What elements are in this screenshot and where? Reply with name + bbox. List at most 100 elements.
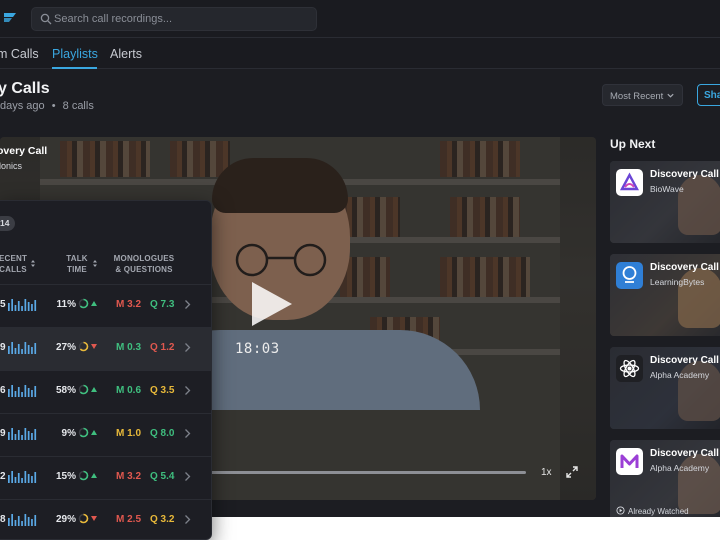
call-count: 8 calls <box>62 100 94 112</box>
tab-playlists[interactable]: Playlists <box>52 47 98 61</box>
updated-time: days ago <box>0 100 45 112</box>
already-watched-badge: Already Watched <box>616 506 689 516</box>
table-row[interactable]: 2 15% M 3.2 Q 5.4 <box>0 456 211 499</box>
trend-up-icon <box>91 473 97 478</box>
playback-speed[interactable]: 1x <box>541 467 552 478</box>
m-logo-icon <box>616 448 643 475</box>
up-next-title: Up Next <box>610 137 656 151</box>
row-divider <box>0 284 211 285</box>
card-company: LearningBytes <box>650 277 705 287</box>
tab-alerts[interactable]: Alerts <box>110 47 142 61</box>
row-divider <box>0 413 211 414</box>
recent-calls-value: 6 <box>0 385 6 396</box>
recent-calls-value: 2 <box>0 471 6 482</box>
talk-time-value: 11% <box>56 299 76 310</box>
questions-value: Q 5.4 <box>150 471 175 482</box>
talk-time-value: 9% <box>61 428 76 439</box>
chevron-down-icon <box>667 93 674 98</box>
up-next-card[interactable]: Discovery Call Alpha Academy Already Wat… <box>610 440 720 517</box>
recent-calls-value: 5 <box>0 299 6 310</box>
talk-ratio-ring-icon <box>78 427 89 438</box>
row-divider <box>0 456 211 457</box>
table-row[interactable]: 6 58% M 0.6 Q 3.5 <box>0 370 211 413</box>
up-next-card[interactable]: Discovery Call Alpha Academy <box>610 347 720 429</box>
questions-value: Q 3.5 <box>150 385 175 396</box>
table-row[interactable]: 9 9% M 1.0 Q 8.0 <box>0 413 211 456</box>
recent-calls-value: 9 <box>0 342 6 353</box>
search-input[interactable] <box>54 8 309 30</box>
tab-team-calls[interactable]: m Calls <box>0 47 39 61</box>
col-header-line: ECENT <box>0 254 28 263</box>
col-header-line: MONOLOGUES <box>113 254 175 263</box>
monologues-value: M 0.3 <box>116 342 142 353</box>
video-company: lonics <box>0 161 23 171</box>
sort-icon[interactable] <box>92 259 98 268</box>
chevron-right-icon[interactable] <box>184 471 191 482</box>
replay-icon <box>616 506 625 515</box>
monologues-value: M 3.2 <box>116 471 142 482</box>
fullscreen-icon[interactable] <box>566 466 578 478</box>
trend-up-icon <box>91 387 97 392</box>
table-row[interactable]: 8 29% M 2.5 Q 3.2 <box>0 499 211 539</box>
row-divider <box>0 370 211 371</box>
bar-chart-icon <box>8 299 37 311</box>
monologues-value: M 3.2 <box>116 299 142 310</box>
video-timecode: 18:03 <box>235 341 280 357</box>
chevron-right-icon[interactable] <box>184 385 191 396</box>
col-header-talk-time[interactable]: TALK TIME <box>60 253 94 275</box>
table-row[interactable]: 5 11% M 3.2 Q 7.3 <box>0 284 211 327</box>
bar-chart-icon <box>8 514 37 526</box>
col-header-monologues[interactable]: MONOLOGUES & QUESTIONS <box>104 253 184 275</box>
search-box[interactable] <box>31 7 317 31</box>
trend-up-icon <box>91 430 97 435</box>
monologues-value: M 1.0 <box>116 428 142 439</box>
row-divider <box>0 327 211 328</box>
already-watched-label: Already Watched <box>628 507 689 516</box>
talk-ratio-ring-icon <box>78 384 89 395</box>
sort-selected-value: Most Recent <box>610 91 664 102</box>
chevron-right-icon[interactable] <box>184 342 191 353</box>
questions-value: Q 1.2 <box>150 342 175 353</box>
talk-time-value: 29% <box>55 514 76 525</box>
trend-down-icon <box>91 516 97 521</box>
play-icon[interactable] <box>246 278 296 330</box>
sort-icon[interactable] <box>30 259 36 268</box>
call-stats-panel: 14 ECENT CALLS TALK TIME MONOLOGUES & QU… <box>0 200 212 540</box>
chevron-right-icon[interactable] <box>184 299 191 310</box>
page-meta: days ago • 8 calls <box>0 100 94 112</box>
bar-chart-icon <box>8 428 37 440</box>
search-icon <box>40 13 52 25</box>
up-next-card[interactable]: Discovery Call LearningBytes <box>610 254 720 336</box>
recent-calls-value: 8 <box>0 514 6 525</box>
video-title: overy Call <box>0 145 48 157</box>
monologues-value: M 2.5 <box>116 514 142 525</box>
questions-value: Q 7.3 <box>150 299 175 310</box>
questions-value: Q 8.0 <box>150 428 175 439</box>
video-progress-bar[interactable] <box>210 471 526 474</box>
col-header-line: & QUESTIONS <box>115 265 173 274</box>
col-header-line: TALK <box>66 254 88 263</box>
nav-tabs: m Calls Playlists Alerts <box>0 38 720 69</box>
chevron-right-icon[interactable] <box>184 428 191 439</box>
talk-ratio-ring-icon <box>78 298 89 309</box>
app-logo-icon[interactable] <box>2 10 18 26</box>
row-divider <box>0 499 211 500</box>
card-title: Discovery Call <box>650 448 719 459</box>
card-company: BioWave <box>650 184 684 194</box>
alpha-academy-logo-icon <box>616 355 643 382</box>
meta-separator: • <box>51 100 56 112</box>
chevron-right-icon[interactable] <box>184 514 191 525</box>
talk-ratio-ring-icon <box>78 470 89 481</box>
page-title: y Calls <box>0 80 50 97</box>
col-header-recent-calls[interactable]: ECENT CALLS <box>0 253 30 275</box>
col-header-line: CALLS <box>0 265 27 274</box>
up-next-card[interactable]: Discovery Call BioWave <box>610 161 720 243</box>
sort-dropdown[interactable]: Most Recent <box>602 84 683 106</box>
talk-time-value: 58% <box>55 385 76 396</box>
table-row[interactable]: 9 27% M 0.3 Q 1.2 <box>0 327 211 370</box>
card-title: Discovery Call <box>650 355 719 366</box>
top-bar <box>0 0 720 38</box>
count-badge: 14 <box>0 216 15 231</box>
share-button[interactable]: Sha <box>697 84 720 106</box>
bar-chart-icon <box>8 385 37 397</box>
